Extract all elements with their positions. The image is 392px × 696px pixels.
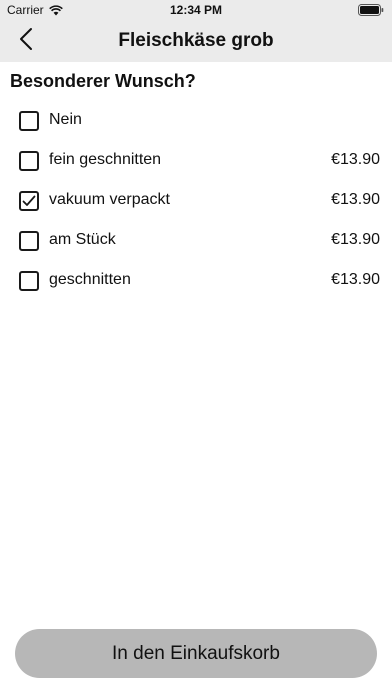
option-row-vakuum-verpackt[interactable]: vakuum verpackt €13.90 (0, 180, 392, 220)
option-row-fein-geschnitten[interactable]: fein geschnitten €13.90 (0, 140, 392, 180)
page-title: Fleischkäse grob (118, 30, 274, 51)
section-heading: Besonderer Wunsch? (10, 71, 196, 91)
checkbox-checked[interactable] (19, 191, 39, 211)
option-price: €13.90 (331, 151, 380, 168)
screen: Carrier 12:34 PM Fleischkäse grob Besond… (0, 0, 392, 696)
option-row-geschnitten[interactable]: geschnitten €13.90 (0, 260, 392, 300)
option-label: am Stück (49, 231, 116, 248)
add-to-cart-button[interactable]: In den Einkaufskorb (15, 629, 377, 678)
checkbox[interactable] (19, 231, 39, 251)
option-label: vakuum verpackt (49, 191, 170, 208)
option-price: €13.90 (331, 271, 380, 288)
checkbox[interactable] (19, 151, 39, 171)
option-row-am-stueck[interactable]: am Stück €13.90 (0, 220, 392, 260)
option-list: Nein fein geschnitten €13.90 vakuum verp… (0, 100, 392, 300)
checkbox[interactable] (19, 271, 39, 291)
checkbox[interactable] (19, 111, 39, 131)
option-label: Nein (49, 111, 82, 128)
option-label: geschnitten (49, 271, 131, 288)
option-price: €13.90 (331, 191, 380, 208)
checkmark-icon (22, 195, 36, 206)
option-label: fein geschnitten (49, 151, 162, 168)
nav-bar: Fleischkäse grob (0, 20, 392, 62)
option-price: €13.90 (331, 231, 380, 248)
option-row-nein[interactable]: Nein (0, 100, 392, 140)
status-right (358, 4, 384, 16)
status-bar: Carrier 12:34 PM (0, 0, 392, 20)
status-time: 12:34 PM (169, 3, 223, 17)
battery-icon (358, 4, 384, 16)
